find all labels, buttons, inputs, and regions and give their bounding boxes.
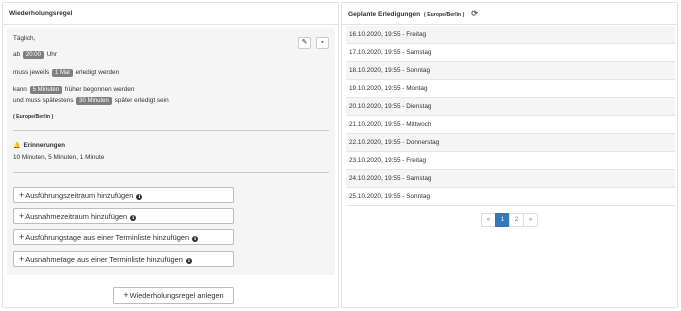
must-prefix: muss jeweils bbox=[13, 69, 50, 76]
latest-suffix: später erledigt sein bbox=[114, 97, 169, 104]
start-time-line: ab 20:00 Uhr bbox=[13, 50, 57, 60]
delete-button[interactable]: ▪ bbox=[316, 37, 329, 49]
times-badge: 1 Mal bbox=[52, 69, 73, 77]
button-label: Ausnahmetage aus einer Terminliste hinzu… bbox=[25, 255, 183, 264]
at-label: ab bbox=[13, 51, 21, 58]
refresh-icon[interactable]: ⟳ bbox=[471, 3, 478, 25]
list-item: 18.10.2020, 19:55 - Sonntag bbox=[346, 62, 675, 80]
pencil-icon: ✎ bbox=[301, 39, 308, 46]
add-exception-days-button[interactable]: +Ausnahmetage aus einer Terminliste hinz… bbox=[13, 251, 234, 267]
add-execution-days-button[interactable]: +Ausführungstage aus einer Terminliste h… bbox=[13, 229, 234, 245]
edit-button[interactable]: ✎ bbox=[298, 37, 311, 49]
page-prev[interactable]: « bbox=[481, 213, 496, 227]
info-icon[interactable]: i bbox=[130, 214, 137, 221]
time-badge: 20:00 bbox=[22, 51, 44, 59]
schedule-panel: Geplante Erledigungen ( Europe/Berlin ) … bbox=[341, 2, 678, 308]
list-item: 22.10.2020, 19:55 - Donnerstag bbox=[346, 134, 675, 152]
plus-icon: + bbox=[19, 254, 25, 264]
info-icon[interactable]: i bbox=[136, 193, 143, 200]
plus-icon: + bbox=[19, 232, 25, 242]
latest-prefix: und muss spätestens bbox=[13, 97, 74, 104]
list-item: 20.10.2020, 19:55 - Dienstag bbox=[346, 98, 675, 116]
list-item: 16.10.2020, 19:55 - Freitag bbox=[346, 26, 675, 44]
reminders-value: 10 Minuten, 5 Minuten, 1 Minute bbox=[13, 154, 105, 161]
can-prefix: kann bbox=[13, 86, 27, 93]
list-item: 19.10.2020, 19:55 - Montag bbox=[346, 80, 675, 98]
pagination: « 1 2 » bbox=[481, 213, 538, 227]
schedule-timezone: ( Europe/Berlin ) bbox=[424, 12, 465, 18]
info-icon[interactable]: i bbox=[185, 257, 192, 264]
plus-icon: + bbox=[123, 290, 129, 300]
plus-icon: + bbox=[19, 190, 25, 200]
list-item: 23.10.2020, 19:55 - Freitag bbox=[346, 152, 675, 170]
add-exception-period-button[interactable]: +Ausnahmezeitraum hinzufügen i bbox=[13, 208, 234, 224]
clock-label: Uhr bbox=[46, 51, 57, 58]
late-badge: 30 Minuten bbox=[76, 97, 112, 105]
page-1[interactable]: 1 bbox=[495, 213, 510, 227]
create-button-label: Wiederholungsregel anlegen bbox=[129, 291, 224, 300]
daily-label: Täglich, bbox=[13, 35, 36, 42]
bell-icon: 🔔 bbox=[13, 143, 21, 149]
count-line: muss jeweils 1 Mal erledigt werden bbox=[13, 68, 119, 78]
list-item: 17.10.2020, 19:55 - Samstag bbox=[346, 44, 675, 62]
button-label: Ausführungstage aus einer Terminliste hi… bbox=[25, 233, 190, 242]
recurrence-panel: Wiederholungsregel Täglich, ✎ ▪ ab 20:00… bbox=[2, 2, 339, 308]
create-recurrence-button[interactable]: +Wiederholungsregel anlegen bbox=[113, 287, 234, 304]
deadline-line: und muss spätestens 30 Minuten später er… bbox=[13, 96, 169, 106]
list-item: 25.10.2020, 19:55 - Sonntag bbox=[346, 188, 675, 206]
trash-icon: ▪ bbox=[321, 39, 324, 46]
early-start-line: kann 5 Minuten früher begonnen werden bbox=[13, 85, 134, 95]
must-suffix: erledigt werden bbox=[75, 69, 120, 76]
info-icon[interactable]: i bbox=[192, 235, 199, 242]
divider bbox=[13, 130, 329, 131]
button-label: Ausnahmezeitraum hinzufügen bbox=[25, 212, 128, 221]
reminders-heading: 🔔 Erinnerungen bbox=[13, 141, 65, 151]
reminders-title: Erinnerungen bbox=[23, 142, 66, 149]
can-suffix: früher begonnen werden bbox=[64, 86, 135, 93]
page-2[interactable]: 2 bbox=[509, 213, 524, 227]
schedule-title: Geplante Erledigungen bbox=[348, 11, 421, 18]
page-next[interactable]: » bbox=[523, 213, 538, 227]
list-item: 21.10.2020, 19:55 - Mittwoch bbox=[346, 116, 675, 134]
timezone-note: ( Europe/Berlin ) bbox=[13, 114, 54, 120]
divider bbox=[13, 172, 329, 173]
list-item: 24.10.2020, 19:55 - Samstag bbox=[346, 170, 675, 188]
add-execution-period-button[interactable]: +Ausführungszeitraum hinzufügen i bbox=[13, 187, 234, 203]
button-label: Ausführungszeitraum hinzufügen bbox=[25, 191, 134, 200]
recurrence-panel-header: Wiederholungsregel bbox=[3, 3, 338, 25]
schedule-panel-header: Geplante Erledigungen ( Europe/Berlin ) … bbox=[342, 3, 677, 25]
early-badge: 5 Minuten bbox=[29, 86, 62, 94]
plus-icon: + bbox=[19, 211, 25, 221]
